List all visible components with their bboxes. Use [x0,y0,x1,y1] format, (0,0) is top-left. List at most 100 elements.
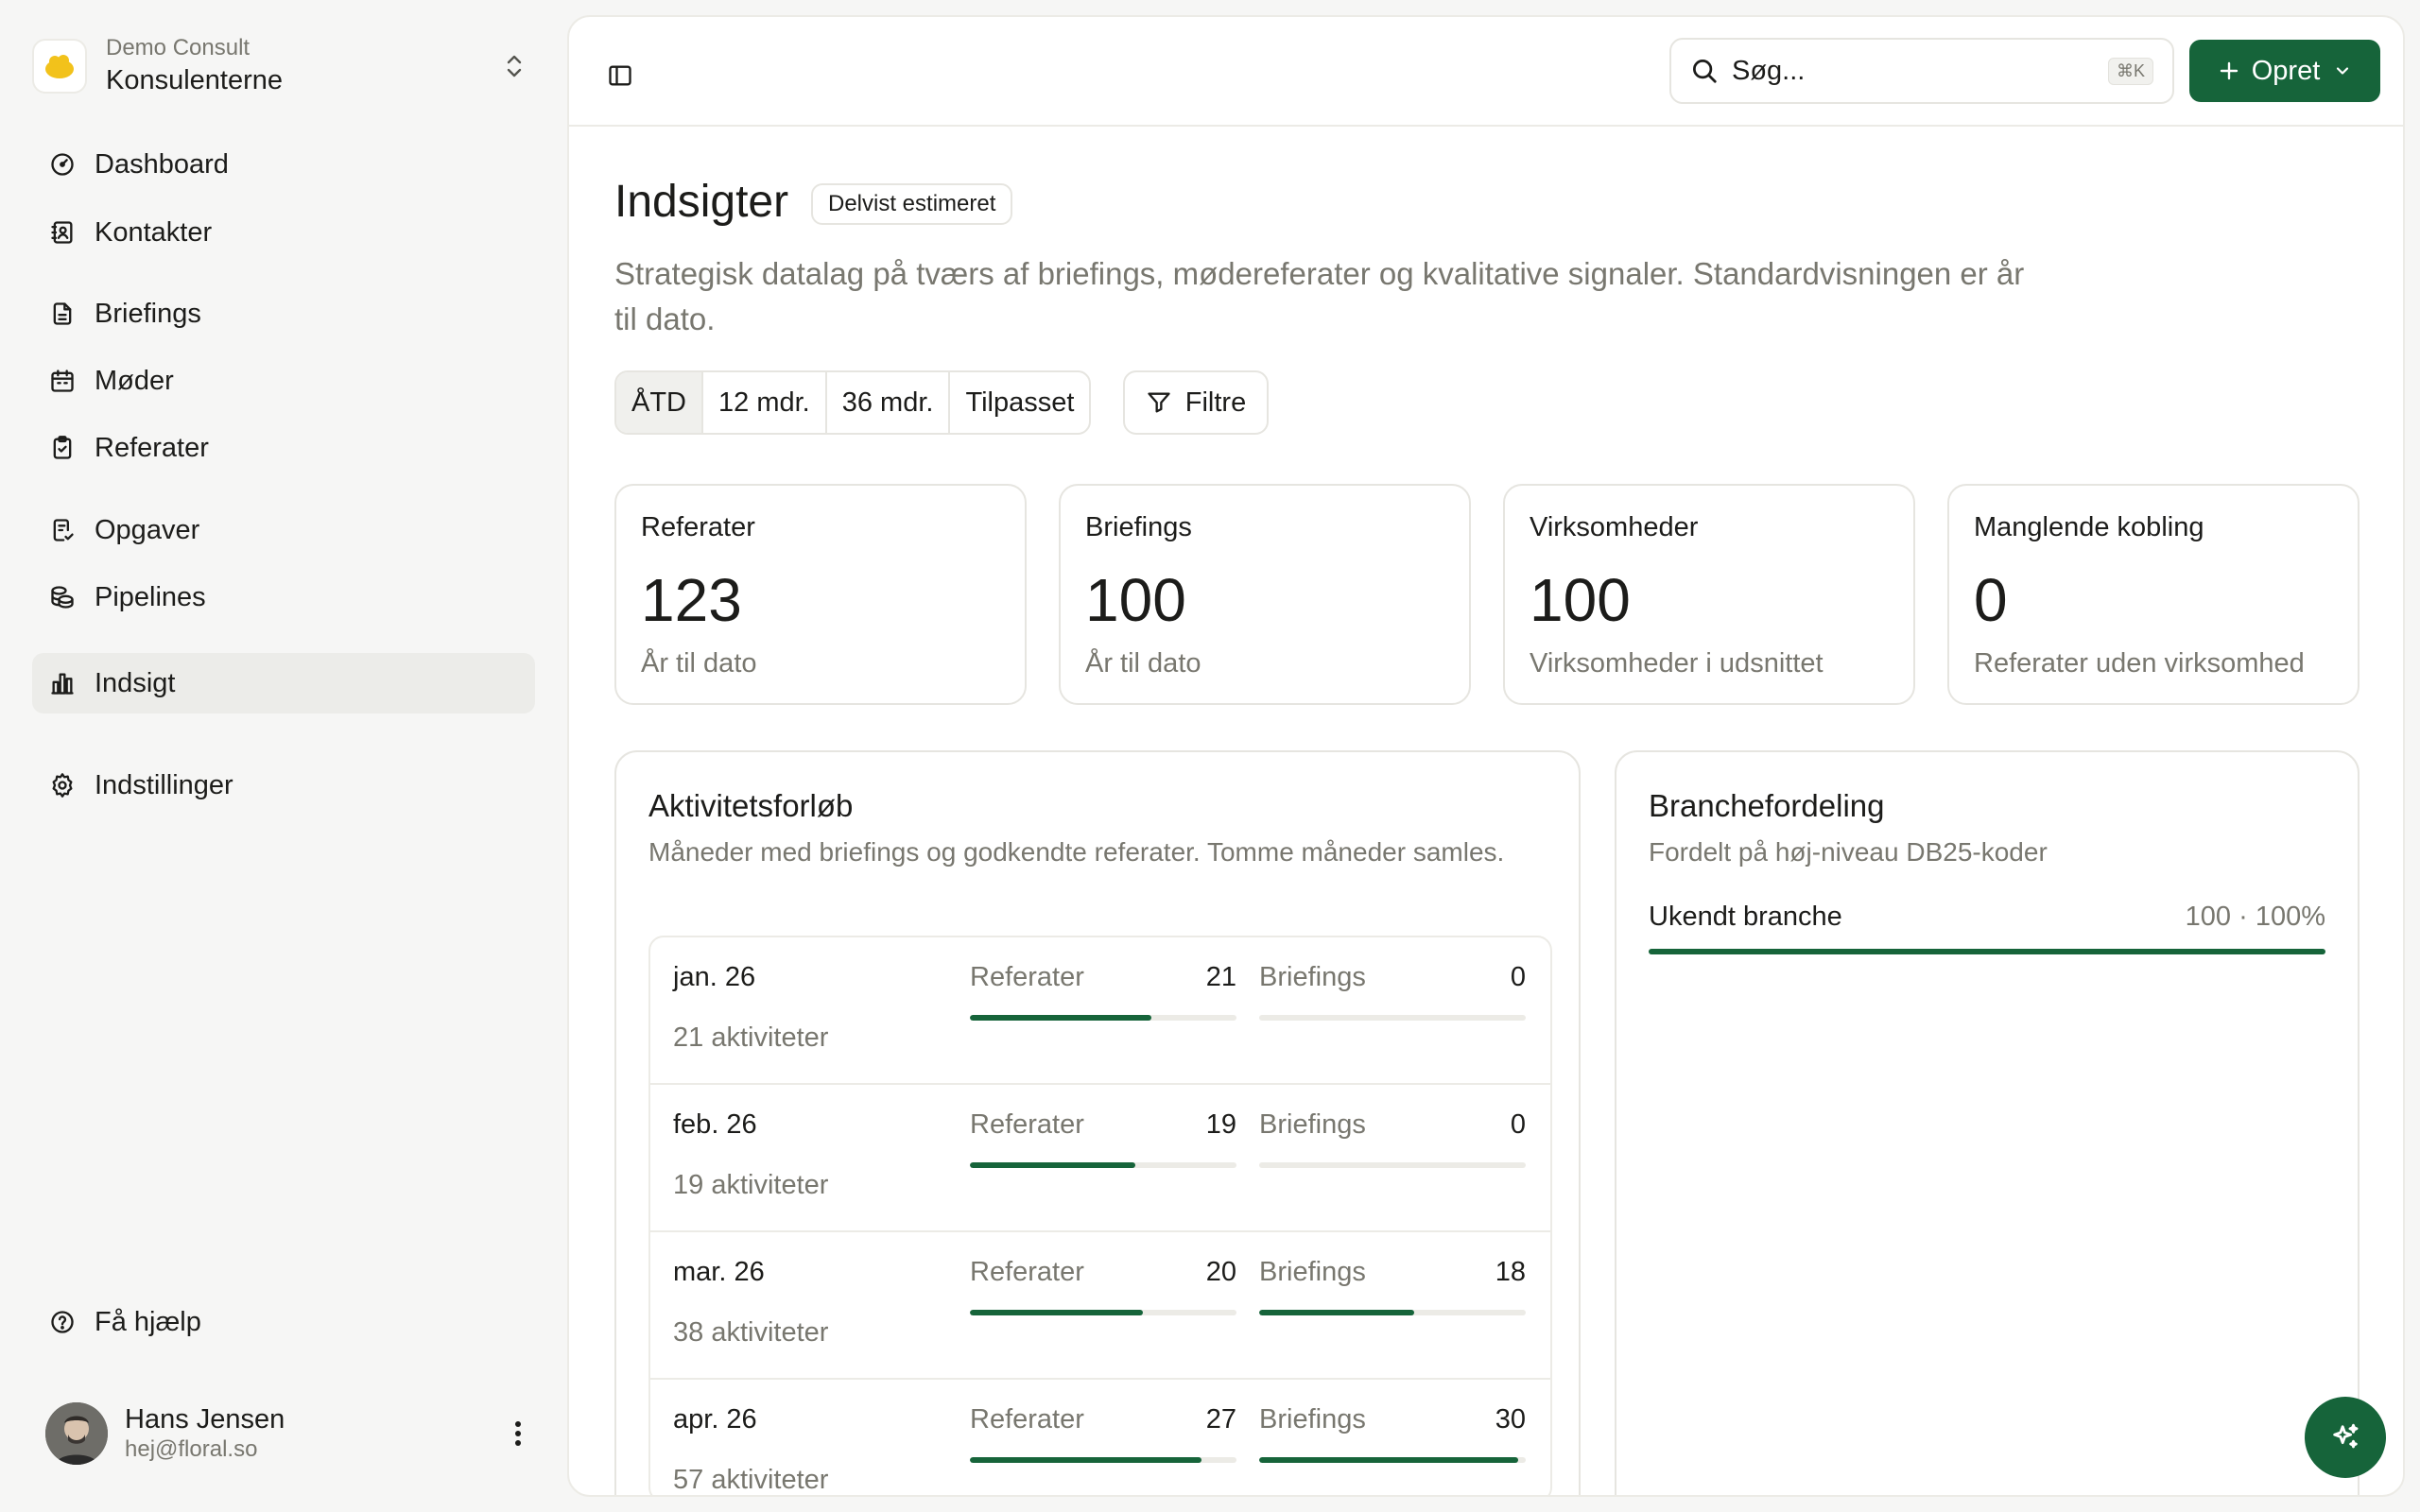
search-icon [1690,57,1719,85]
main-panel: Søg... ⌘K Opret Indsigter Delvist estime… [567,15,2405,1497]
metric-value: 30 [1495,1404,1526,1435]
progress-fill [970,1162,1135,1168]
list-item: apr. 26 57 aktiviteter Referater 27 Brie… [650,1380,1550,1495]
task-icon [47,515,78,545]
user-name: Hans Jensen [125,1404,285,1435]
shortcut-hint: ⌘K [2107,57,2153,85]
metric-label: Briefings [1259,1404,1366,1435]
progress-fill [1259,1457,1518,1463]
chevron-down-icon [2333,61,2352,80]
progress-track [1259,1162,1526,1168]
sidebar-item-indstillinger[interactable]: Indstillinger [32,755,535,816]
metric-label: Briefings [1259,1257,1366,1287]
sidebar-item-label: Indsigt [95,667,176,698]
industry-title: Branchefordeling [1649,788,1885,823]
metric-value: 19 [1205,1109,1236,1140]
more-vertical-icon[interactable] [499,1415,537,1452]
sidebar-item-label: Dashboard [95,148,229,180]
page-subtitle: Strategisk datalag på tværs af briefings… [614,256,2025,336]
range-selector: ÅTD 12 mdr. 36 mdr. Tilpasset [614,370,1092,435]
activity-count: 21 aktiviteter [673,1022,829,1053]
month-label: feb. 26 [673,1109,757,1140]
metric-label: Briefings [1259,962,1366,992]
industry-name: Ukendt branche [1649,902,1842,932]
sidebar-item-moder[interactable]: Møder [32,351,535,411]
topbar: Søg... ⌘K Opret [569,17,2403,127]
sidebar-item-referater[interactable]: Referater [32,418,535,478]
range-option-custom[interactable]: Tilpasset [950,372,1089,433]
coins-icon [47,582,78,612]
clipboard-icon [47,433,78,463]
progress-track [1259,1015,1526,1021]
progress-fill [970,1457,1202,1463]
kpi-card: Manglende kobling 0 Referater uden virks… [1947,484,2360,705]
sidebar-item-pipelines[interactable]: Pipelines [32,567,535,627]
list-item: jan. 26 21 aktiviteter Referater 21 Brie… [650,937,1550,1085]
kpi-caption: År til dato [1085,648,1201,679]
sidebar-item-help[interactable]: Få hjælp [32,1292,535,1352]
sidebar-item-kontakter[interactable]: Kontakter [32,202,535,263]
plus-icon [2218,60,2240,82]
avatar [45,1402,108,1465]
list-item: mar. 26 38 aktiviteter Referater 20 Brie… [650,1232,1550,1380]
industry-value: 100 · 100% [2185,902,2325,932]
metric-value: 27 [1205,1404,1236,1435]
kpi-value: 100 [1530,566,1631,634]
sidebar-item-label: Kontakter [95,216,213,248]
kpi-label: Virksomheder [1530,512,1699,542]
kpi-caption: Referater uden virksomhed [1974,648,2305,679]
progress-fill [1259,1310,1414,1315]
month-label: mar. 26 [673,1257,765,1287]
activity-title: Aktivitetsforløb [648,788,854,823]
progress-fill [970,1015,1151,1021]
search-input[interactable]: Søg... ⌘K [1669,38,2174,104]
status-badge: Delvist estimeret [811,183,1013,225]
range-option-36m[interactable]: 36 mdr. [827,372,951,433]
kpi-label: Briefings [1085,512,1192,542]
progress-track [1259,1310,1526,1315]
range-option-atd[interactable]: ÅTD [616,372,703,433]
calendar-icon [47,366,78,396]
document-icon [47,299,78,329]
month-label: apr. 26 [673,1404,757,1435]
sidebar-toggle-icon[interactable] [599,55,641,96]
metric-label: Referater [970,1109,1084,1140]
progress-fill [970,1310,1144,1315]
range-option-12m[interactable]: 12 mdr. [703,372,827,433]
month-label: jan. 26 [673,962,756,992]
sparkles-icon [2329,1421,2361,1453]
ai-assistant-button[interactable] [2305,1397,2386,1478]
metric-value: 20 [1205,1257,1236,1287]
activity-card: Aktivitetsforløb Måneder med briefings o… [614,750,1581,1495]
filter-button[interactable]: Filtre [1123,370,1269,435]
kpi-card: Referater 123 År til dato [614,484,1027,705]
sidebar-item-dashboard[interactable]: Dashboard [32,134,535,195]
workspace-switcher[interactable]: Demo Consult Konsulenterne [32,34,533,98]
user-email: hej@floral.so [125,1436,258,1462]
activity-description: Måneder med briefings og godkendte refer… [648,837,1505,867]
search-placeholder: Søg... [1732,55,1806,86]
industry-description: Fordelt på høj-niveau DB25-koder [1649,837,2048,867]
kpi-card: Virksomheder 100 Virksomheder i udsnitte… [1503,484,1915,705]
sidebar: Demo Consult Konsulenterne Dashboard Kon… [0,0,567,1512]
user-menu[interactable]: Hans Jensen hej@floral.so [45,1400,537,1467]
kpi-caption: Virksomheder i udsnittet [1530,648,1824,679]
sidebar-item-briefings[interactable]: Briefings [32,284,535,344]
kpi-label: Manglende kobling [1974,512,2204,542]
sidebar-item-indsigt[interactable]: Indsigt [32,653,535,713]
list-item: feb. 26 19 aktiviteter Referater 19 Brie… [650,1085,1550,1232]
metric-label: Referater [970,1404,1084,1435]
progress-track [970,1457,1236,1463]
activity-list: jan. 26 21 aktiviteter Referater 21 Brie… [648,936,1552,1495]
sidebar-item-label: Opgaver [95,514,200,545]
sidebar-item-opgaver[interactable]: Opgaver [32,500,535,560]
filter-icon [1146,389,1172,416]
sidebar-item-label: Briefings [95,298,201,329]
kpi-caption: År til dato [641,648,757,679]
create-button[interactable]: Opret [2189,40,2380,102]
filter-label: Filtre [1184,387,1247,418]
kpi-value: 100 [1085,566,1186,634]
contacts-icon [47,217,78,248]
kpi-label: Referater [641,512,755,542]
kpi-card: Briefings 100 År til dato [1059,484,1471,705]
